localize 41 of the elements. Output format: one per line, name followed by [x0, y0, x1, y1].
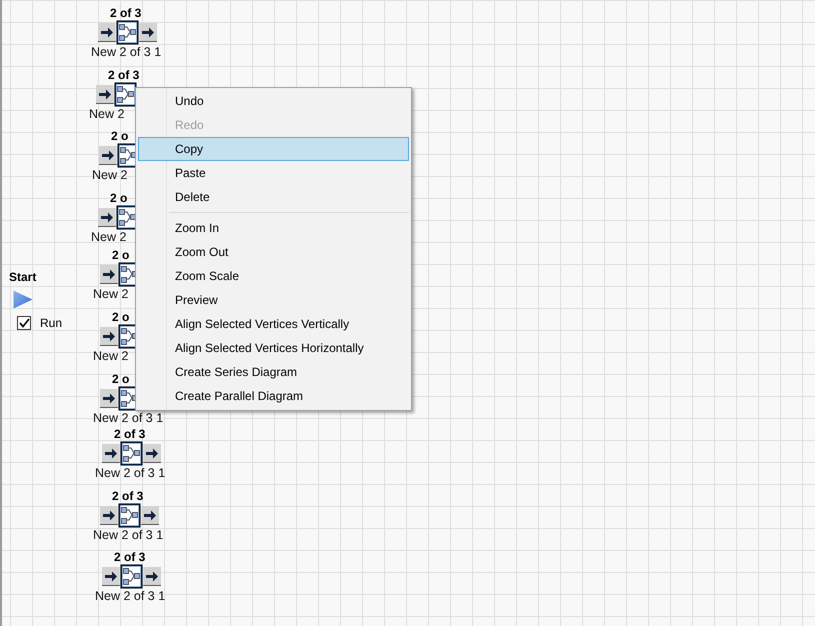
node-title: 2 of 3	[114, 550, 146, 564]
node-label: New 2	[93, 287, 128, 301]
menu-item[interactable]: Copy	[138, 137, 409, 161]
node-label: New 2	[92, 168, 128, 182]
menu-item[interactable]: Align Selected Vertices Vertically	[138, 312, 409, 336]
menu-item[interactable]: Zoom In	[138, 216, 409, 240]
menu-item[interactable]: Paste	[138, 161, 409, 185]
menu-item[interactable]: Preview	[138, 288, 409, 312]
node-title: 2 o	[110, 191, 128, 205]
node-title: 2 of 3	[108, 68, 140, 82]
node-label: New 2 of 3 1	[95, 466, 166, 480]
node-label: New 2	[93, 349, 128, 363]
menu-item[interactable]: Delete	[138, 185, 409, 209]
menu-item[interactable]: Create Series Diagram	[138, 360, 409, 384]
node-title: 2 of 3	[112, 489, 144, 503]
node-label: New 2 of 3 1	[95, 589, 166, 603]
node-label: New 2	[91, 230, 126, 244]
node-label: New 2 of 3 1	[91, 45, 162, 59]
play-icon[interactable]	[13, 290, 33, 309]
node-title: 2 of 3	[114, 427, 146, 441]
start-label: Start	[9, 270, 36, 284]
menu-item[interactable]: Align Selected Vertices Horizontally	[138, 336, 409, 360]
node-title: 2 o	[112, 248, 130, 262]
node-title: 2 o	[112, 372, 130, 386]
menu-item[interactable]: Zoom Out	[138, 240, 409, 264]
node-icon[interactable]	[114, 82, 137, 107]
node-label: New 2 of 3 1	[93, 528, 164, 542]
menu-item[interactable]: Create Parallel Diagram	[138, 384, 409, 408]
node-title: 2 o	[111, 129, 128, 143]
node-label: New 2 of 3 1	[93, 411, 164, 425]
node-icon[interactable]	[116, 20, 139, 45]
run-label: Run	[40, 315, 62, 332]
node-label: New 2	[89, 107, 124, 121]
node-icon[interactable]	[120, 564, 143, 589]
run-checkbox[interactable]	[17, 316, 31, 330]
menu-item[interactable]: Undo	[138, 89, 409, 113]
node-icon[interactable]	[118, 503, 141, 528]
menu-item[interactable]: Zoom Scale	[138, 264, 409, 288]
node-title: 2 o	[112, 310, 130, 324]
node-icon[interactable]	[120, 441, 143, 466]
node-title: 2 of 3	[110, 6, 142, 20]
